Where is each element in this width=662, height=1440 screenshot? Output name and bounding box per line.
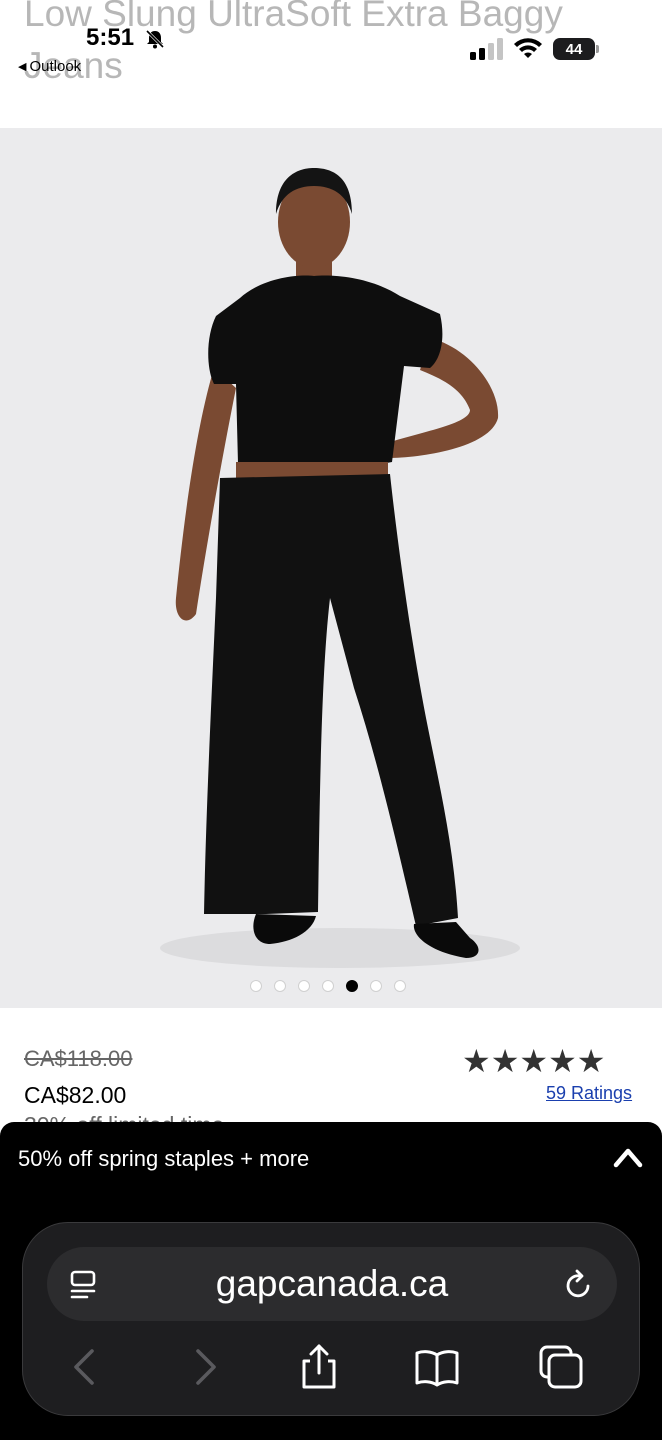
promo-banner-text[interactable]: 50% off spring staples + more (18, 1146, 309, 1172)
wifi-icon (514, 38, 542, 58)
carousel-dot[interactable] (250, 980, 262, 992)
carousel-dot[interactable] (298, 980, 310, 992)
cellular-signal-icon (470, 38, 503, 60)
chevron-left-icon (74, 1349, 94, 1385)
address-bar[interactable]: gapcanada.ca (47, 1247, 617, 1321)
url-text: gapcanada.ca (215, 1263, 449, 1304)
back-to-app-link[interactable]: ◀ Outlook (18, 58, 81, 75)
original-price: CA$118.00 (24, 1046, 133, 1071)
browser-toolbar: gapcanada.ca (22, 1222, 640, 1416)
share-button[interactable] (295, 1343, 343, 1391)
silent-bell-icon (145, 29, 165, 49)
book-icon (415, 1350, 459, 1387)
back-button[interactable] (61, 1343, 109, 1391)
bookmarks-button[interactable] (413, 1343, 461, 1391)
carousel-dot[interactable] (394, 980, 406, 992)
carousel-dot[interactable] (370, 980, 382, 992)
carousel-dot[interactable] (322, 980, 334, 992)
forward-button[interactable] (181, 1343, 229, 1391)
star-rating: ★★★★★ (462, 1043, 606, 1079)
carousel-dot[interactable] (346, 980, 358, 992)
tabs-button[interactable] (537, 1343, 585, 1391)
page-header: Low Slung UltraSoft Extra Baggy Jeans 5:… (0, 0, 662, 128)
back-app-label: Outlook (29, 58, 82, 75)
share-icon (302, 1344, 336, 1389)
ratings-link[interactable]: 59 Ratings (546, 1083, 632, 1104)
sale-price: CA$82.00 (24, 1082, 127, 1108)
discount-note: 30% off limited time (24, 1112, 224, 1122)
battery-level: 44 (553, 38, 595, 60)
carousel-dots[interactable] (250, 980, 406, 992)
price-section: CA$118.00 CA$82.00 30% off limited time … (0, 1008, 662, 1122)
chevron-up-icon[interactable] (612, 1144, 644, 1170)
promo-and-browser-sheet: 50% off spring staples + more gapcanada.… (0, 1122, 662, 1440)
page-menu-icon[interactable] (69, 1269, 99, 1301)
status-time: 5:51 (86, 24, 135, 51)
carousel-dot[interactable] (274, 980, 286, 992)
product-photo (160, 168, 520, 968)
battery-cap (596, 45, 599, 53)
battery-indicator: 44 (553, 38, 599, 60)
back-triangle-icon: ◀ (18, 61, 27, 73)
chevron-right-icon (196, 1349, 216, 1385)
tabs-icon (539, 1345, 583, 1389)
product-image-carousel[interactable] (0, 128, 662, 1008)
reload-icon[interactable] (563, 1267, 595, 1301)
